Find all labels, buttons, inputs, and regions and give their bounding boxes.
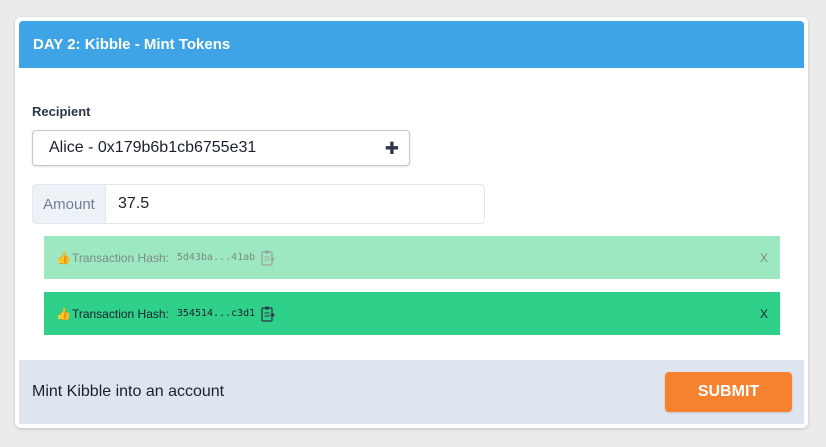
close-alert-button[interactable]: X <box>760 251 768 265</box>
clipboard-icon[interactable] <box>261 250 276 266</box>
page-title: DAY 2: Kibble - Mint Tokens <box>33 36 231 53</box>
thumbs-up-icon: 👍 <box>56 306 71 321</box>
plus-icon[interactable]: ✚ <box>385 140 399 157</box>
card-footer: Mint Kibble into an account SUBMIT <box>19 360 804 424</box>
transaction-hash-label: Transaction Hash: <box>71 250 169 265</box>
recipient-label: Recipient <box>32 104 91 119</box>
close-alert-button[interactable]: X <box>760 307 768 321</box>
card-header: DAY 2: Kibble - Mint Tokens <box>19 21 804 68</box>
mint-card: DAY 2: Kibble - Mint Tokens Recipient Al… <box>15 17 808 428</box>
transaction-alert: 👍 Transaction Hash: 5d43ba...41ab X <box>44 236 780 279</box>
submit-button[interactable]: SUBMIT <box>665 372 792 412</box>
transaction-hash-value: 5d43ba...41ab <box>176 252 256 263</box>
amount-input[interactable] <box>105 184 485 224</box>
amount-group: Amount <box>32 184 485 224</box>
clipboard-icon[interactable] <box>261 306 276 322</box>
recipient-select[interactable]: Alice - 0x179b6b1cb6755e31 ✚ <box>32 130 410 166</box>
transaction-alert: 👍 Transaction Hash: 354514...c3d1 X <box>44 292 780 335</box>
transaction-hash-label: Transaction Hash: <box>71 306 169 321</box>
transaction-hash-value: 354514...c3d1 <box>176 308 256 319</box>
thumbs-up-icon: 👍 <box>56 250 71 265</box>
amount-addon: Amount <box>32 184 105 224</box>
recipient-selected-value: Alice - 0x179b6b1cb6755e31 <box>49 139 257 156</box>
footer-description: Mint Kibble into an account <box>32 383 225 400</box>
